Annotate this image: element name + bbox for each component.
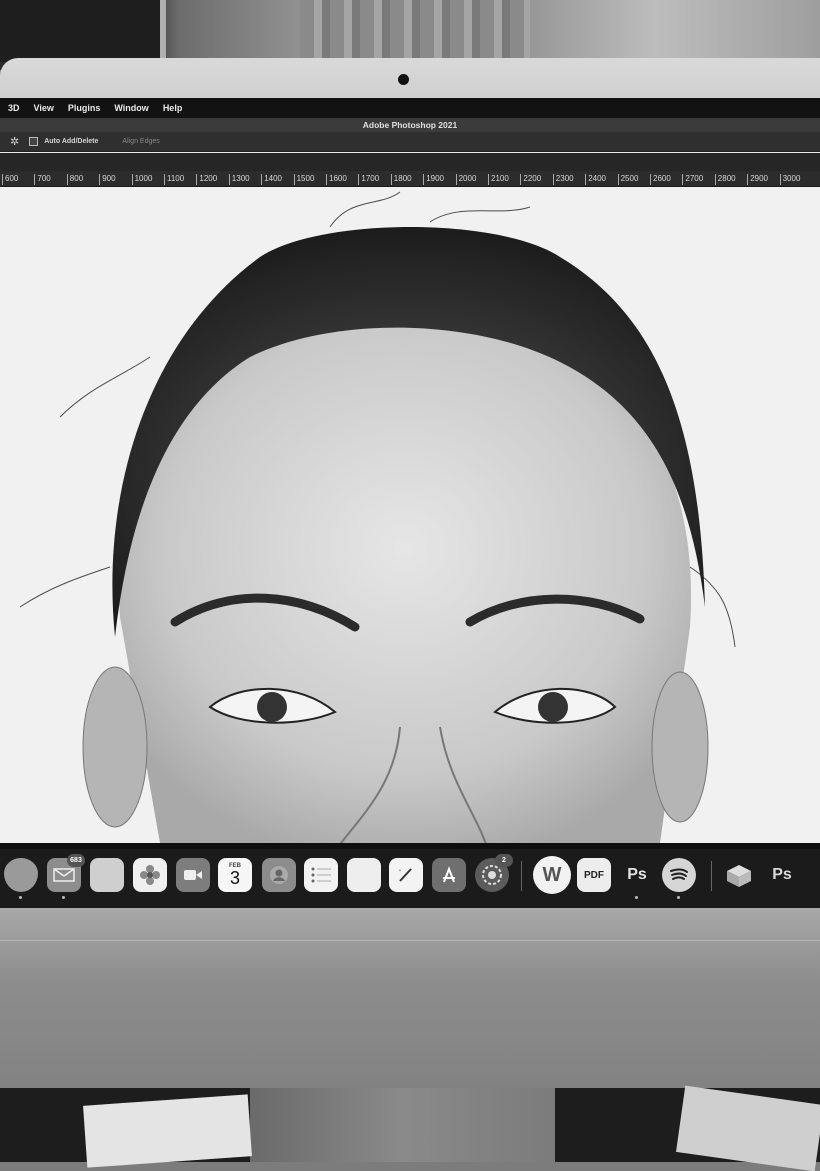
ruler-tick: 600 (2, 174, 18, 185)
photos-icon[interactable] (133, 858, 167, 892)
ruler-tick: 1600 (326, 174, 347, 185)
pdf-app-icon[interactable]: PDF (577, 858, 611, 892)
app-store-icon[interactable] (432, 858, 466, 892)
running-indicator (677, 896, 680, 899)
monitor-bezel (0, 58, 820, 102)
monitor-stand (250, 1088, 555, 1162)
portrait-artwork (19, 191, 736, 843)
ruler-tick: 1300 (228, 174, 250, 185)
calendar-icon[interactable]: FEB 3 (218, 858, 252, 892)
maps-icon[interactable] (90, 858, 124, 892)
macos-dock: 683 FEB 3 “ 2 W PDF Ps Ps (0, 849, 820, 908)
ruler-tick: 1000 (131, 174, 152, 185)
gear-icon[interactable]: ✲ (10, 135, 19, 148)
left-ear (82, 666, 148, 828)
running-indicator (635, 896, 638, 899)
spotify-icon[interactable] (662, 858, 696, 892)
document-tab-area (0, 153, 820, 171)
photoshop-folder-icon[interactable]: Ps (765, 858, 799, 892)
dock-separator (521, 861, 522, 891)
mail-badge: 683 (67, 854, 85, 867)
left-iris (257, 692, 287, 722)
facetime-icon[interactable] (176, 858, 210, 892)
ruler-tick: 1100 (164, 174, 184, 185)
ruler-tick: 2800 (714, 174, 736, 185)
horizontal-ruler: 600 700 800 900 1000 1100 1200 1300 1400 1500 1600… (0, 171, 820, 187)
photoshop-icon[interactable]: Ps (620, 858, 654, 892)
menu-bar: 3D View Plugins Window Help (0, 98, 820, 118)
writer-app-icon[interactable]: W (533, 856, 571, 894)
menu-view[interactable]: View (34, 103, 54, 113)
menu-3d[interactable]: 3D (8, 103, 20, 113)
ruler-tick: 2400 (585, 174, 606, 185)
monitor-screen: 3D View Plugins Window Help Adobe Photos… (0, 98, 820, 908)
picture-frame (0, 0, 166, 62)
ruler-tick: 900 (99, 174, 116, 185)
running-indicator (19, 896, 22, 899)
ruler-tick: 2500 (617, 174, 638, 185)
notes-icon[interactable] (347, 858, 381, 892)
document-canvas[interactable] (0, 187, 820, 843)
monitor-chin (0, 908, 820, 1088)
ruler-tick: 2300 (552, 174, 574, 185)
script-editor-icon[interactable]: “ (389, 858, 423, 892)
ruler-tick: 2600 (650, 174, 671, 185)
right-ear (651, 671, 709, 823)
ruler-tick: 1400 (261, 174, 282, 185)
system-preferences-icon[interactable]: 2 (475, 854, 513, 892)
mail-icon[interactable]: 683 (47, 854, 85, 892)
options-bar: ✲ Auto Add/Delete Align Edges (0, 132, 820, 152)
ruler-tick: 2000 (455, 174, 476, 185)
webcam (398, 74, 409, 85)
ruler-tick: 2200 (520, 174, 541, 185)
align-edges-option[interactable]: Align Edges (122, 138, 159, 145)
ruler-tick: 1700 (358, 174, 379, 185)
messages-icon[interactable] (4, 858, 38, 892)
dock-separator (711, 861, 712, 891)
reminders-icon[interactable] (304, 858, 338, 892)
right-iris (538, 692, 568, 722)
ruler-tick: 800 (66, 174, 83, 185)
ruler-tick: 2900 (747, 174, 768, 185)
ruler-tick: 3000 (779, 174, 800, 185)
menu-plugins[interactable]: Plugins (68, 103, 101, 113)
menu-window[interactable]: Window (114, 103, 148, 113)
calendar-day: 3 (229, 868, 240, 888)
ruler-tick: 1500 (293, 174, 314, 185)
auto-add-delete-label: Auto Add/Delete (44, 138, 99, 145)
chin-seam (0, 940, 820, 945)
auto-add-delete-checkbox[interactable] (29, 137, 39, 146)
curtain (300, 0, 530, 62)
ruler-tick: 2100 (488, 174, 509, 185)
paper-note (83, 1094, 252, 1168)
ruler-tick: 700 (34, 174, 51, 185)
menu-help[interactable]: Help (163, 103, 183, 113)
window-title: Adobe Photoshop 2021 (0, 118, 820, 132)
ruler-tick: 1900 (423, 174, 444, 185)
settings-badge: 2 (495, 854, 513, 867)
downloads-stack-icon[interactable] (722, 858, 756, 892)
running-indicator (62, 896, 65, 899)
contacts-icon[interactable] (262, 858, 296, 892)
ruler-tick: 1800 (390, 174, 412, 185)
ruler-tick: 2700 (682, 174, 703, 185)
ruler-tick: 1200 (196, 174, 217, 185)
svg-text:“: “ (399, 870, 401, 876)
